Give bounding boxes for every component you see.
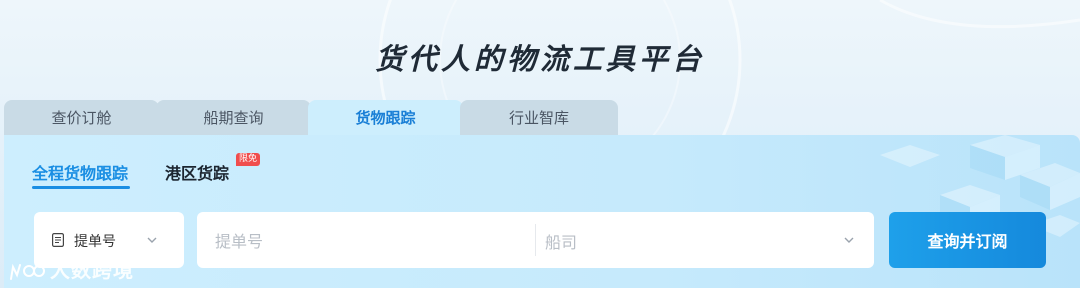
watermark-text: 大数跨境 [50,258,134,282]
tab-schedule[interactable]: 船期查询 [156,100,311,136]
main-tabs: 查价订舱 船期查询 货物跟踪 行业智库 [4,100,624,136]
query-subscribe-button[interactable]: 查询并订阅 [889,212,1046,268]
carrier-select[interactable]: 船司 [545,229,577,253]
tab-cargo-tracking[interactable]: 货物跟踪 [308,100,463,136]
search-box: 船司 [197,212,874,270]
bill-number-input[interactable] [213,212,517,270]
watermark-logo-icon [10,263,45,280]
active-subtab-indicator [32,186,130,189]
subtab-port-tracking[interactable]: 港区货踪 [165,160,229,184]
tab-industry-insights[interactable]: 行业智库 [460,100,618,136]
free-badge: 限免 [236,153,261,166]
tracking-panel: 全程货物跟踪 港区货踪 限免 提单号 船司 查询并订阅 [4,135,1080,288]
chevron-down-icon [147,237,157,243]
document-icon [52,233,64,247]
subtab-full-tracking[interactable]: 全程货物跟踪 [32,160,128,184]
field-divider [535,224,536,256]
tab-price-booking[interactable]: 查价订舱 [4,100,159,136]
tracking-type-value: 提单号 [74,234,116,250]
page-title: 货代人的物流工具平台 [374,42,705,76]
chevron-down-icon[interactable] [843,234,855,246]
watermark: 大数跨境 [8,254,134,282]
